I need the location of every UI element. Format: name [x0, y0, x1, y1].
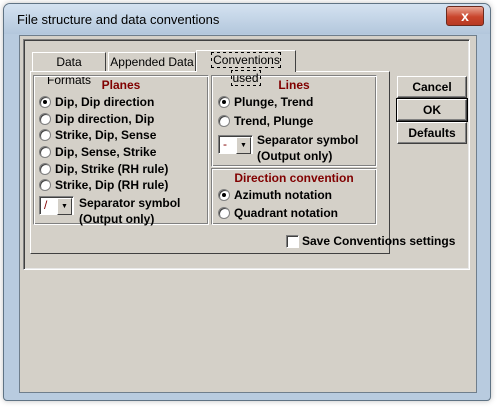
- planes-title: Planes: [101, 78, 141, 92]
- window-title: File structure and data conventions: [17, 12, 220, 27]
- radio-label: Quadrant notation: [234, 206, 338, 220]
- radio-label: Strike, Dip (RH rule): [55, 178, 169, 192]
- checkbox-label: Save Conventions settings: [302, 234, 456, 248]
- tab-data-formats[interactable]: Data Formats: [32, 52, 106, 87]
- radio-label: Strike, Dip, Sense: [55, 128, 157, 142]
- radio-button[interactable]: [39, 146, 51, 158]
- separator-label-line2: (Output only): [257, 149, 333, 163]
- radio-button[interactable]: [218, 96, 230, 108]
- dialog-client-area: Data Formats Appended Data Conventions u…: [19, 35, 477, 393]
- content-panel: Data Formats Appended Data Conventions u…: [23, 39, 470, 270]
- separator-value: -: [223, 137, 227, 151]
- planes-separator-dropdown[interactable]: / ▼: [39, 196, 74, 215]
- cancel-button[interactable]: Cancel: [397, 76, 467, 98]
- checkbox[interactable]: [286, 235, 299, 248]
- planes-group: Planes Dip, Dip direction Dip direction,…: [33, 75, 209, 227]
- radio-label: Dip direction, Dip: [55, 112, 155, 126]
- radio-button[interactable]: [218, 207, 230, 219]
- radio-label: Dip, Dip direction: [55, 95, 155, 109]
- lines-separator-dropdown[interactable]: - ▼: [218, 135, 253, 154]
- radio-button[interactable]: [39, 163, 51, 175]
- direction-convention-group: Direction convention Azimuth notation Qu…: [211, 168, 377, 225]
- radio-label: Dip, Sense, Strike: [55, 145, 157, 159]
- separator-value: /: [44, 198, 48, 212]
- separator-label-line2: (Output only): [79, 212, 155, 226]
- radio-button[interactable]: [39, 129, 51, 141]
- lines-separator-label: Separator symbol (Output only): [257, 132, 358, 164]
- chevron-down-icon[interactable]: ▼: [236, 137, 251, 154]
- separator-label-line1: Separator symbol: [79, 196, 181, 210]
- ok-button[interactable]: OK: [396, 98, 468, 122]
- radio-label: Plunge, Trend: [234, 95, 314, 109]
- planes-separator-label: Separator symbol (Output only): [79, 195, 180, 227]
- radio-button[interactable]: [218, 189, 230, 201]
- tab-conventions-used[interactable]: Conventions used: [196, 50, 296, 86]
- tab-appended-data[interactable]: Appended Data: [108, 52, 196, 71]
- direction-title: Direction convention: [234, 171, 354, 185]
- dialog-window: File structure and data conventions x Da…: [3, 3, 491, 401]
- radio-button[interactable]: [218, 115, 230, 127]
- radio-button[interactable]: [39, 179, 51, 191]
- separator-label-line1: Separator symbol: [257, 133, 359, 147]
- defaults-button[interactable]: Defaults: [397, 122, 467, 144]
- radio-label: Trend, Plunge: [234, 114, 314, 128]
- radio-label: Azimuth notation: [234, 188, 332, 202]
- radio-button[interactable]: [39, 96, 51, 108]
- radio-label: Dip, Strike (RH rule): [55, 162, 169, 176]
- tab-body: Planes Dip, Dip direction Dip direction,…: [30, 71, 455, 254]
- chevron-down-icon[interactable]: ▼: [57, 198, 72, 215]
- tab-label: Appended Data: [110, 55, 194, 69]
- lines-group: Lines Plunge, Trend Trend, Plunge - ▼ Se…: [211, 75, 377, 167]
- title-bar[interactable]: File structure and data conventions x: [4, 4, 490, 34]
- radio-button[interactable]: [39, 113, 51, 125]
- close-button[interactable]: x: [446, 6, 484, 26]
